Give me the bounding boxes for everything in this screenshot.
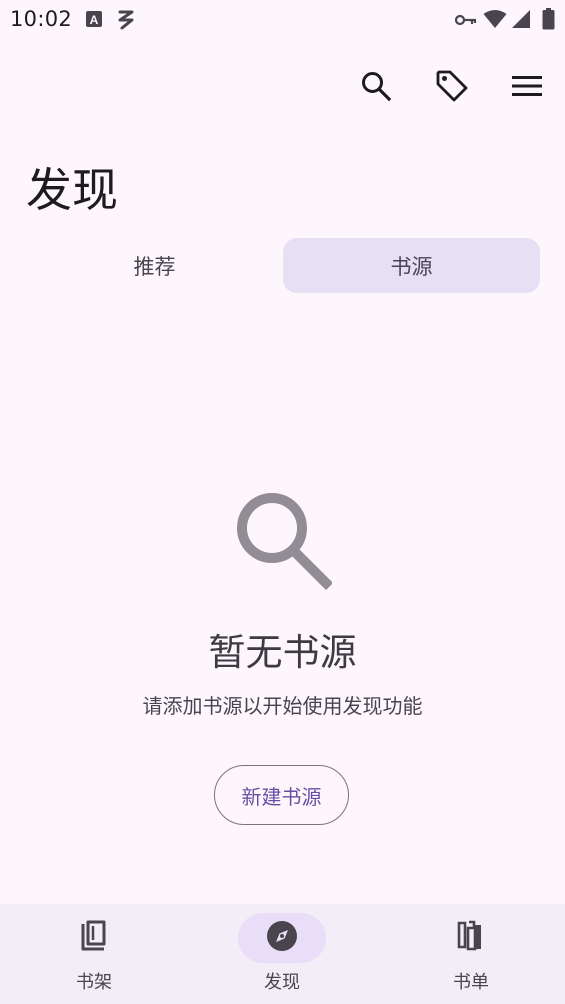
status-bar: 10:02 A <box>0 0 565 40</box>
tab-label: 推荐 <box>133 254 176 279</box>
menu-button[interactable] <box>505 66 549 110</box>
nav-label: 发现 <box>264 972 300 993</box>
tag-button[interactable] <box>430 66 474 110</box>
wifi-icon <box>483 9 507 33</box>
empty-state-title: 暂无书源 <box>208 631 357 674</box>
nav-item-discover[interactable]: 发现 <box>188 904 376 1004</box>
status-time: 10:02 <box>10 7 73 31</box>
cellular-signal-icon <box>511 9 531 33</box>
nav-label: 书单 <box>453 972 489 993</box>
signal-broadcast-icon <box>117 8 137 34</box>
tab-label: 书源 <box>390 254 433 279</box>
nav-item-booklist[interactable]: 书单 <box>377 904 565 1004</box>
booklist-icon <box>456 920 486 956</box>
nav-label: 书架 <box>76 972 112 993</box>
a-notification-icon: A <box>86 11 102 31</box>
new-book-source-button[interactable]: 新建书源 <box>214 765 349 825</box>
battery-icon <box>542 8 555 34</box>
tab-recommend[interactable]: 推荐 <box>26 238 283 293</box>
nav-icon-container <box>427 913 515 963</box>
page-title: 发现 <box>26 163 118 217</box>
search-button[interactable] <box>354 66 398 110</box>
tag-icon <box>435 69 469 107</box>
bottom-navigation: 书架 发现 书单 <box>0 904 565 1004</box>
nav-icon-container <box>50 913 138 963</box>
vpn-key-icon <box>454 12 477 31</box>
book-icon <box>79 920 109 956</box>
empty-state-subtitle: 请添加书源以开始使用发现功能 <box>142 694 423 718</box>
svg-text:A: A <box>90 13 99 27</box>
search-icon <box>232 490 334 591</box>
tab-book-source[interactable]: 书源 <box>283 238 540 293</box>
nav-icon-container <box>238 913 326 963</box>
discover-screen: 10:02 A 发现 推荐 书源 暂无书源 请添加书源以开始使用发现功能 新建书… <box>0 0 565 1004</box>
search-icon <box>360 70 392 106</box>
nav-item-bookshelf[interactable]: 书架 <box>0 904 188 1004</box>
compass-icon <box>265 919 299 957</box>
menu-icon <box>511 74 543 102</box>
